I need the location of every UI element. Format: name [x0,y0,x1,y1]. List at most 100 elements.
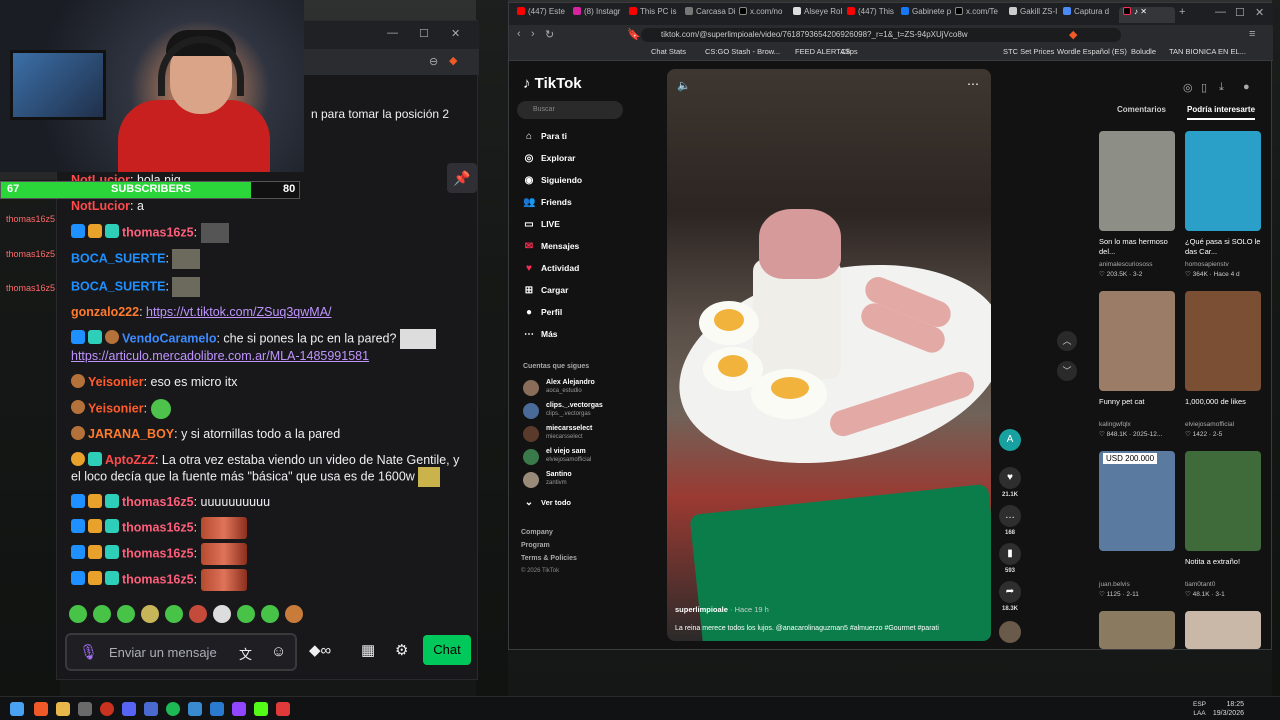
browser-tab[interactable]: x.com/Te [955,7,1009,23]
nav-item-cargar[interactable]: ⊞ Cargar [523,285,569,296]
translate-icon[interactable]: 文 [239,644,252,663]
bookmark-icon[interactable]: 🔖 [627,28,641,41]
store-icon[interactable]: ▦ [361,641,375,659]
browser-tab[interactable]: Carcasa Di [685,7,739,23]
maximize-icon[interactable]: ☐ [1235,6,1245,19]
nav-item-live[interactable]: ▭ LIVE [523,219,560,230]
browser-tab[interactable]: Captura d [1063,7,1117,23]
footer-link[interactable]: Program [521,542,550,549]
twitch-icon[interactable] [232,702,246,716]
bookmark-item[interactable]: Clips [841,47,858,56]
bookmark-item[interactable]: Chat Stats [651,47,686,56]
language-indicator[interactable]: ESP LAA [1193,700,1206,718]
menu-icon[interactable]: ≡ [1249,28,1255,40]
emote-bar[interactable] [69,605,309,628]
bookmark-item[interactable]: CS:GO Stash - Brow... [705,47,780,56]
app-icon[interactable] [276,702,290,716]
footer-link[interactable]: Company [521,529,553,536]
obs-icon[interactable] [100,702,114,716]
save-button[interactable]: ▮ 593 [999,543,1021,574]
browser-tab-active[interactable]: ♪ ✕ [1119,7,1175,23]
browser-tab[interactable]: Gakill ZS-I [1009,7,1063,23]
volume-icon[interactable]: 🔈 [677,79,691,92]
video-author-line[interactable]: superlimpioale · Hace 19 h [675,605,769,614]
recommended-video[interactable]: Funny pet cat kalingwfqlx ♡ 848.1K · 2025-… [1099,291,1175,438]
tab-podria-interesarte[interactable]: Podría interesarte [1187,105,1256,120]
device-icon[interactable]: ▯ [1201,81,1207,94]
nav-item-friends[interactable]: 👥 Friends [523,197,572,208]
back-icon[interactable]: ‹ [517,28,521,40]
footer-link[interactable]: Terms & Policies [521,555,577,562]
browser-tab[interactable]: x.com/no [739,7,793,23]
chat-link[interactable]: https://articulo.mercadolibre.com.ar/MLA… [71,349,369,363]
comment-button[interactable]: … 168 [999,505,1021,536]
share-button[interactable]: ➦ 18.3K [999,581,1021,612]
like-button[interactable]: ♥ 21.1K [999,467,1021,498]
brave-icon[interactable] [34,702,48,716]
sound-button[interactable] [999,621,1021,643]
folder-icon[interactable] [56,702,70,716]
kick-icon[interactable] [254,702,268,716]
browser-tab[interactable]: This PC is [629,7,683,23]
zoom-icon[interactable]: ⊖ [429,55,438,68]
maximize-icon[interactable]: ☐ [419,27,429,40]
recommended-video[interactable]: 1,000,000 de likes elviejosamofficial ♡ 14… [1185,291,1261,438]
chat-link[interactable]: https://vt.tiktok.com/ZSuq3qwMA/ [146,305,331,319]
new-tab-icon[interactable]: + [1179,6,1185,18]
recommended-video[interactable]: ¿Qué pasa si SOLO le das Car... homosapie… [1185,131,1261,278]
search-input[interactable]: Buscar [517,101,623,119]
reload-icon[interactable]: ↻ [545,28,554,41]
browser-tab[interactable]: (447) This [847,7,901,23]
settings-icon[interactable]: ◎ [1183,81,1193,94]
microphone-icon[interactable]: 🎙 [79,643,98,661]
more-options-icon[interactable]: ⋯ [967,77,979,91]
forward-icon[interactable]: › [531,28,535,40]
minimize-icon[interactable]: — [387,27,398,39]
app-icon[interactable] [210,702,224,716]
app-icon[interactable] [188,702,202,716]
tab-comentarios[interactable]: Comentarios [1117,105,1166,114]
app-icon[interactable] [144,702,158,716]
previous-video-button[interactable]: ︿ [1057,331,1077,351]
nav-item-siguiendo[interactable]: ◉ Siguiendo [523,175,582,186]
bits-icon[interactable]: ◆∞ [309,641,331,659]
brave-shield-icon[interactable]: ◆ [1069,28,1077,41]
browser-tab[interactable]: Gabinete p [901,7,955,23]
nav-item-mensajes[interactable]: ✉ Mensajes [523,241,579,252]
nav-item-mas[interactable]: ⋯ Más [523,329,558,340]
recommended-video[interactable] [1099,611,1175,649]
bookmark-item[interactable]: Boludle [1131,47,1156,56]
nav-item-actividad[interactable]: ♥ Actividad [523,263,579,274]
browser-tab[interactable]: Alseye Rol [793,7,847,23]
recommended-video[interactable]: USD 200.000 juan.belvis ♡ 1125 · 2-11 [1099,451,1175,598]
recommended-video[interactable] [1185,611,1261,649]
creator-avatar-button[interactable]: A [999,429,1021,451]
bookmark-item[interactable]: STC Set Prices [1003,47,1054,56]
start-icon[interactable] [10,702,24,716]
app-icon[interactable] [78,702,92,716]
bookmark-item[interactable]: Wordle Español (ES) [1057,47,1127,56]
gear-icon[interactable]: ⚙ [395,641,408,659]
system-clock[interactable]: 18:25 19/3/2026 [1213,700,1244,718]
chat-input[interactable]: 🎙 Enviar un mensaje 文 ☺ [65,633,297,671]
close-icon[interactable]: ✕ [451,27,460,40]
discord-icon[interactable] [122,702,136,716]
url-bar[interactable]: tiktok.com/@superlimpioale/video/7618793… [641,28,1121,42]
recommended-video[interactable]: Notita a extraño! tiam0tant0 ♡ 48.1K · 3-1 [1185,451,1261,598]
brave-shield-icon[interactable]: ◆ [449,54,457,67]
bookmark-item[interactable]: TAN BIONICA EN EL... [1169,47,1246,56]
chat-send-button[interactable]: Chat [423,635,471,665]
browser-tab[interactable]: (447) Este [517,7,571,23]
pin-icon[interactable]: 📌 [447,163,477,193]
nav-item-perfil[interactable]: ● Perfil [523,307,562,318]
nav-item-para-ti[interactable]: ⌂ Para ti [523,131,567,142]
minimize-icon[interactable]: — [1215,6,1226,18]
tiktok-logo[interactable]: ♪ TikTok [523,75,582,92]
avatar[interactable]: ● [1243,81,1250,93]
close-icon[interactable]: ✕ [1255,6,1264,19]
recommended-video[interactable]: Son lo mas hermoso del... animalescurioso… [1099,131,1175,278]
nav-item-explorar[interactable]: ◎ Explorar [523,153,576,164]
browser-tab[interactable]: (8) Instagr [573,7,627,23]
spotify-icon[interactable] [166,702,180,716]
video-player[interactable]: 🔈 ⋯ superlimpioale · Hace 19 h La reina … [667,69,991,641]
